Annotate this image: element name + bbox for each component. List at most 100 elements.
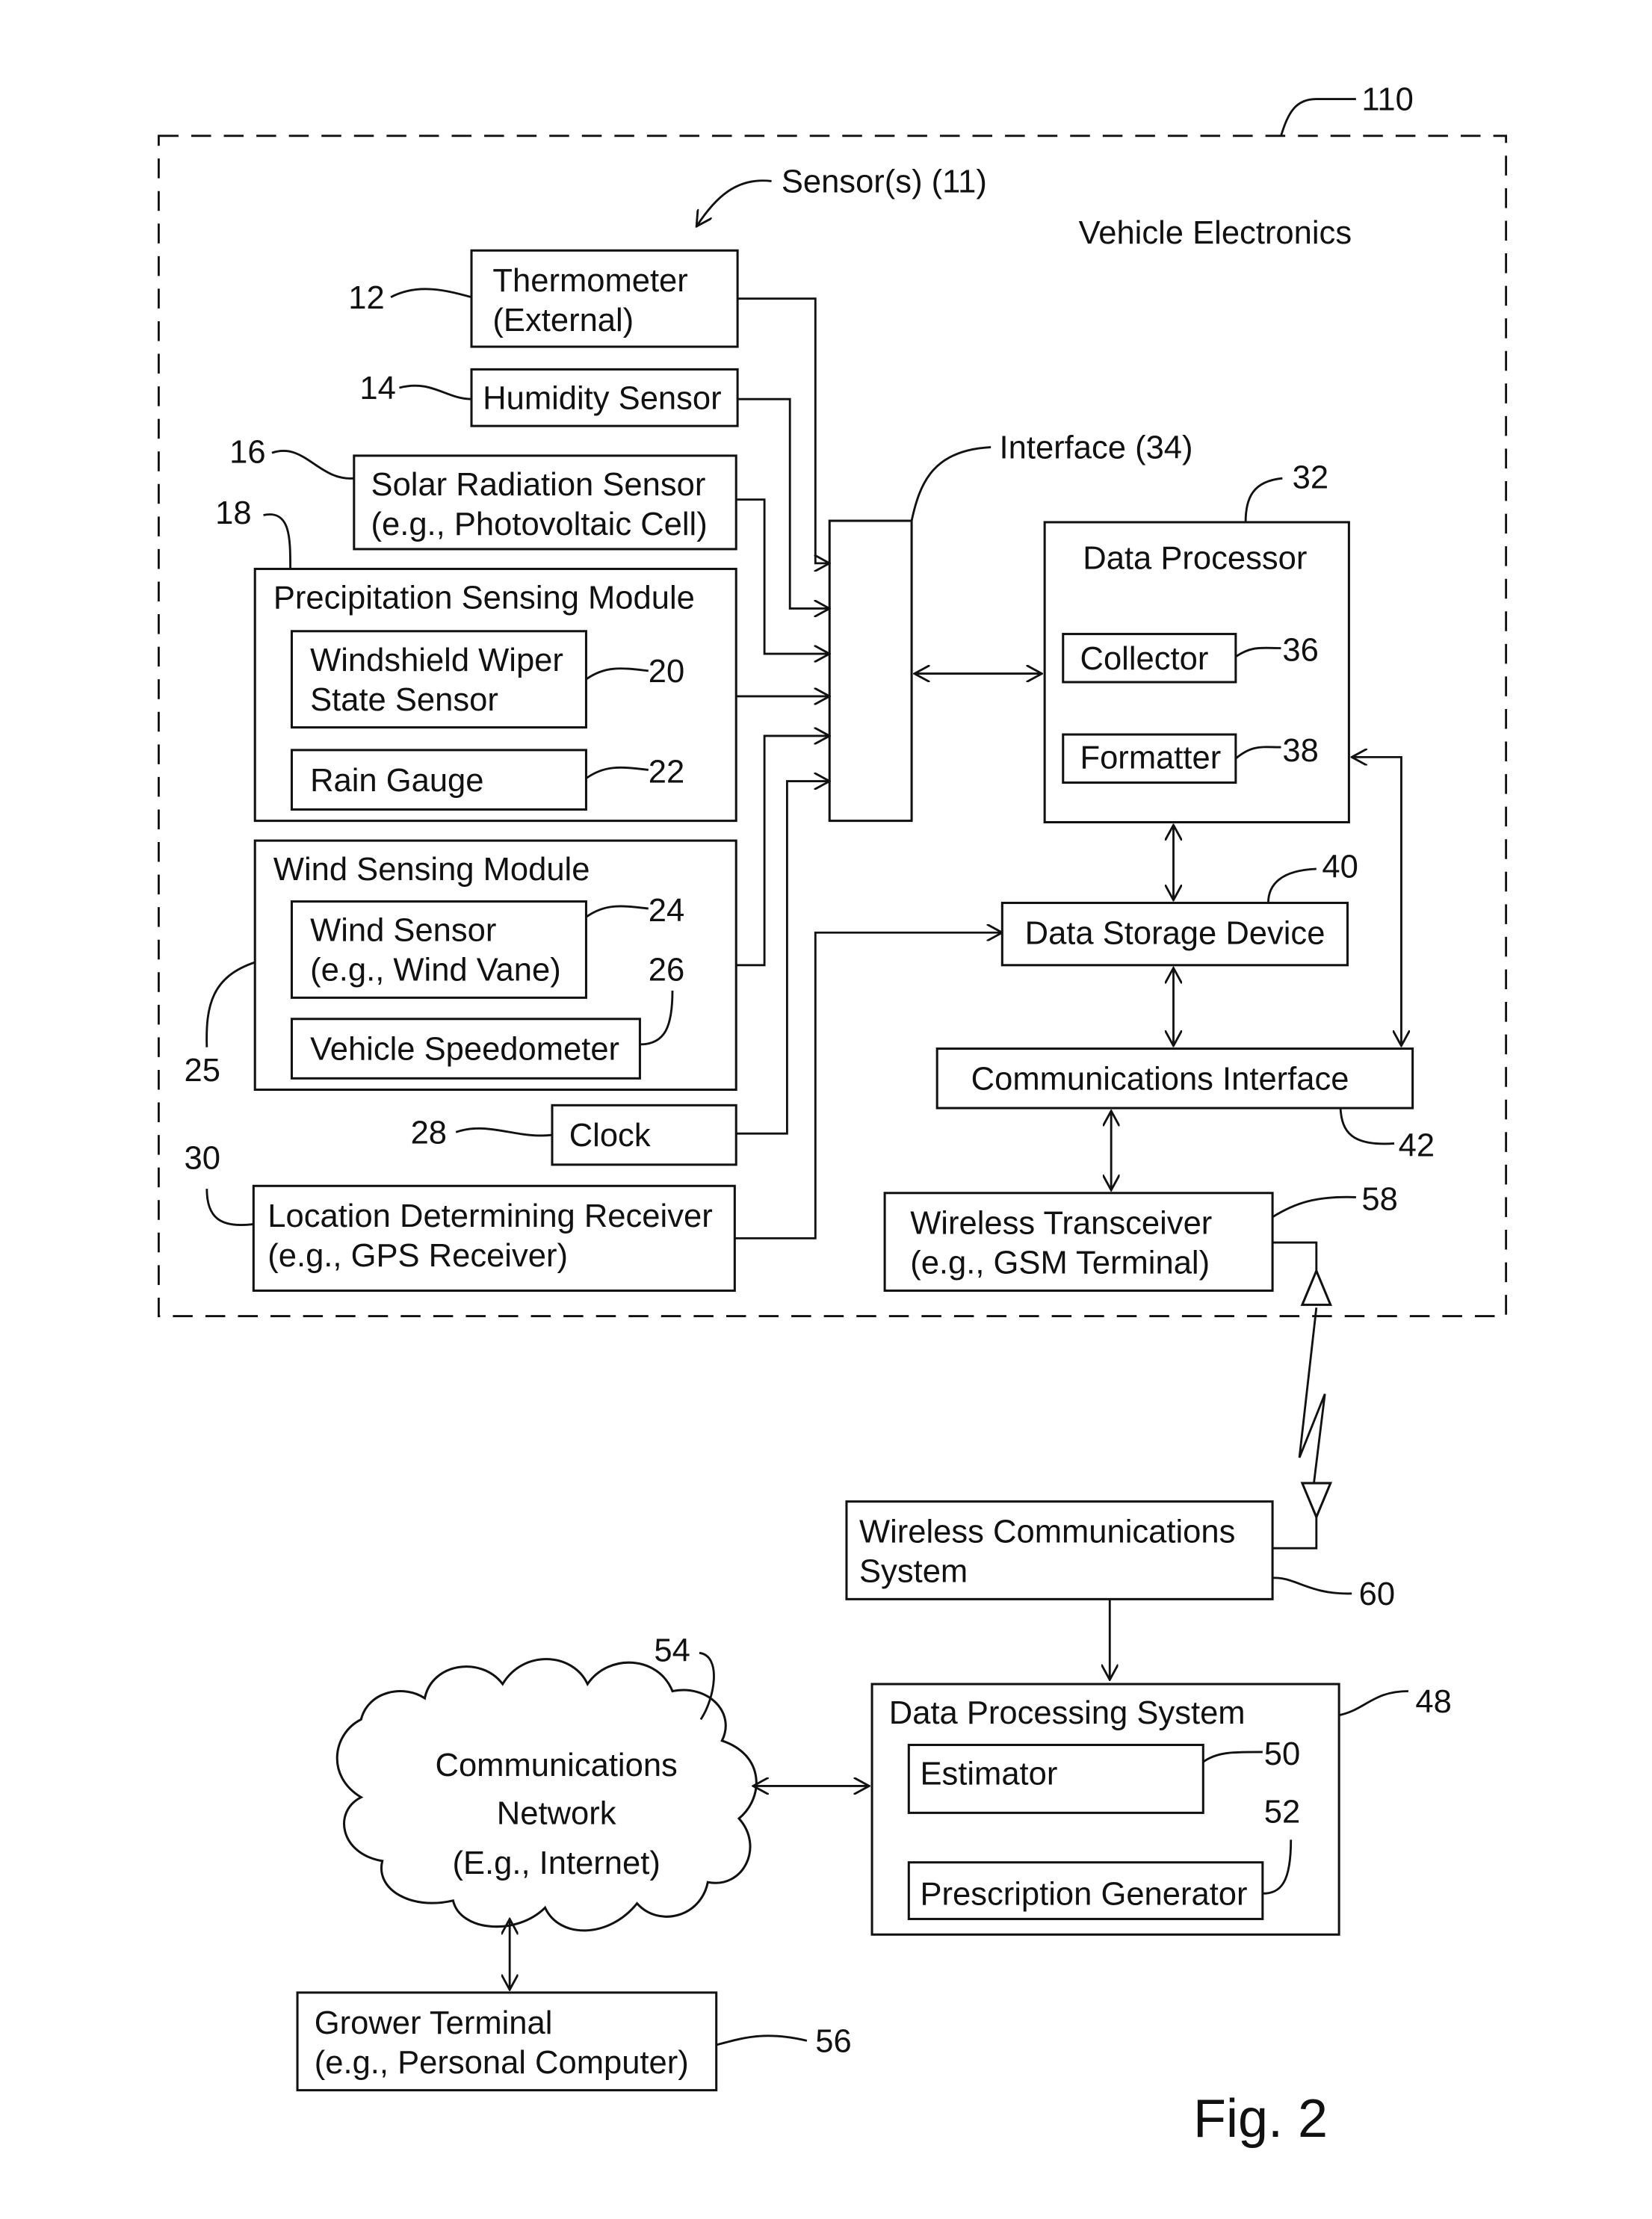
solar-radiation-box: Solar Radiation Sensor (e.g., Photovolta… <box>353 454 737 551</box>
wireless-communications-system-box: Wireless Communications System <box>845 1500 1274 1600</box>
formatter-label: Formatter <box>1080 740 1221 776</box>
leader-34 <box>910 446 991 522</box>
transceiver-sublabel: (e.g., GSM Terminal) <box>910 1245 1210 1281</box>
ref-26: 26 <box>649 953 684 988</box>
wind-sensor-sublabel: (e.g., Wind Vane) <box>310 953 561 988</box>
leader-56 <box>716 2034 808 2046</box>
data-processor-box: Data Processor Collector Formatter <box>1043 521 1350 824</box>
ref-36: 36 <box>1282 633 1318 669</box>
ref-22: 22 <box>649 754 684 790</box>
ref-58: 58 <box>1361 1181 1397 1217</box>
leader-60 <box>1272 1576 1352 1595</box>
system-antenna-icon <box>1300 1482 1333 1520</box>
wireless-system-label: Wireless Communications <box>859 1514 1235 1550</box>
wiper-sublabel: State Sensor <box>310 682 498 718</box>
ref-12: 12 <box>348 280 384 316</box>
leader-25 <box>205 961 256 1047</box>
ref-28: 28 <box>411 1115 447 1151</box>
thermometer-sublabel: (External) <box>492 303 634 338</box>
wind-sensor-label: Wind Sensor <box>310 913 496 949</box>
interface-block <box>828 519 913 823</box>
system-antenna-feed <box>1272 1517 1318 1550</box>
clock-box: Clock <box>551 1104 737 1166</box>
wireless-transceiver-box: Wireless Transceiver (e.g., GSM Terminal… <box>883 1192 1274 1292</box>
leader-12 <box>390 288 472 299</box>
ref-110: 110 <box>1361 82 1413 118</box>
leader-58 <box>1272 1195 1356 1219</box>
ref-16: 16 <box>229 434 265 470</box>
leader-18 <box>263 513 291 569</box>
ref-25: 25 <box>185 1053 220 1089</box>
thermometer-connector <box>737 297 829 563</box>
leader-14 <box>399 384 472 400</box>
solar-sublabel: (e.g., Photovoltaic Cell) <box>371 507 708 542</box>
location-receiver-box: Location Determining Receiver (e.g., GPS… <box>252 1184 736 1292</box>
prescription-label: Prescription Generator <box>920 1877 1247 1913</box>
clock-label: Clock <box>569 1118 651 1154</box>
leader-16 <box>271 450 354 480</box>
formatter-comm-arrow <box>1352 757 1401 1045</box>
solar-label: Solar Radiation Sensor <box>371 467 706 503</box>
sensors-arrow <box>696 179 772 226</box>
ref-56: 56 <box>815 2023 851 2059</box>
ref-48: 48 <box>1415 1684 1451 1720</box>
thermometer-box: Thermometer (External) <box>470 249 739 348</box>
wireless-link-icon <box>1298 1307 1326 1487</box>
grower-label: Grower Terminal <box>315 2005 553 2041</box>
system-diagram: 110 Vehicle Electronics Sensor(s) (11) T… <box>157 82 1508 2149</box>
vehicle-electronics-title: Vehicle Electronics <box>1079 215 1352 251</box>
location-sublabel: (e.g., GPS Receiver) <box>267 1238 568 1274</box>
ref-50: 50 <box>1264 1736 1300 1772</box>
humidity-sensor-box: Humidity Sensor <box>470 368 739 427</box>
ref-52: 52 <box>1264 1795 1300 1830</box>
rain-gauge-label: Rain Gauge <box>310 763 483 799</box>
figure-label: Fig. 2 <box>1193 2089 1328 2149</box>
estimator-label: Estimator <box>920 1757 1057 1792</box>
ref-54: 54 <box>654 1633 690 1669</box>
precipitation-module-label: Precipitation Sensing Module <box>273 580 695 616</box>
ref-20: 20 <box>649 654 684 690</box>
network-sublabel: Network <box>497 1796 616 1832</box>
dps-label: Data Processing System <box>889 1695 1246 1731</box>
leader-28 <box>455 1127 553 1137</box>
ref-24: 24 <box>649 893 684 929</box>
humidity-label: Humidity Sensor <box>483 380 721 416</box>
data-storage-box: Data Storage Device <box>1000 901 1349 967</box>
ref-40: 40 <box>1322 849 1358 885</box>
speedometer-label: Vehicle Speedometer <box>310 1032 619 1068</box>
ref-42: 42 <box>1399 1128 1435 1164</box>
network-label: Communications <box>436 1748 678 1783</box>
wind-module-label: Wind Sensing Module <box>273 852 590 888</box>
transceiver-antenna-icon <box>1300 1267 1333 1306</box>
ref-38: 38 <box>1282 733 1318 769</box>
sensors-label: Sensor(s) (11) <box>782 164 987 200</box>
leader-48 <box>1338 1690 1408 1717</box>
leader-40 <box>1266 867 1317 903</box>
leader-110 <box>1280 98 1356 137</box>
network-example: (E.g., Internet) <box>452 1845 660 1881</box>
ref-32: 32 <box>1293 459 1328 495</box>
communications-interface-box: Communications Interface <box>935 1047 1414 1110</box>
grower-terminal-box: Grower Terminal (e.g., Personal Computer… <box>296 1991 718 2092</box>
leader-30 <box>205 1189 254 1226</box>
communications-network-cloud <box>335 1658 758 1932</box>
location-label: Location Determining Receiver <box>267 1198 712 1234</box>
communications-interface-label: Communications Interface <box>971 1061 1349 1097</box>
ref-14: 14 <box>359 371 395 406</box>
collector-label: Collector <box>1080 641 1208 677</box>
thermometer-label: Thermometer <box>492 263 687 299</box>
ref-30: 30 <box>185 1141 220 1177</box>
grower-sublabel: (e.g., Personal Computer) <box>315 2045 689 2081</box>
transceiver-label: Wireless Transceiver <box>910 1206 1212 1242</box>
data-processor-label: Data Processor <box>1083 540 1307 576</box>
ref-18: 18 <box>215 495 251 531</box>
leader-32 <box>1244 477 1283 522</box>
ref-60: 60 <box>1359 1576 1395 1612</box>
interface-label: Interface (34) <box>1000 430 1193 466</box>
data-storage-label: Data Storage Device <box>1025 915 1325 951</box>
wind-connector <box>736 736 829 967</box>
transceiver-antenna-feed <box>1272 1241 1318 1274</box>
wiper-label: Windshield Wiper <box>310 643 563 678</box>
leader-42 <box>1339 1108 1395 1145</box>
wireless-system-sublabel: System <box>859 1554 968 1590</box>
